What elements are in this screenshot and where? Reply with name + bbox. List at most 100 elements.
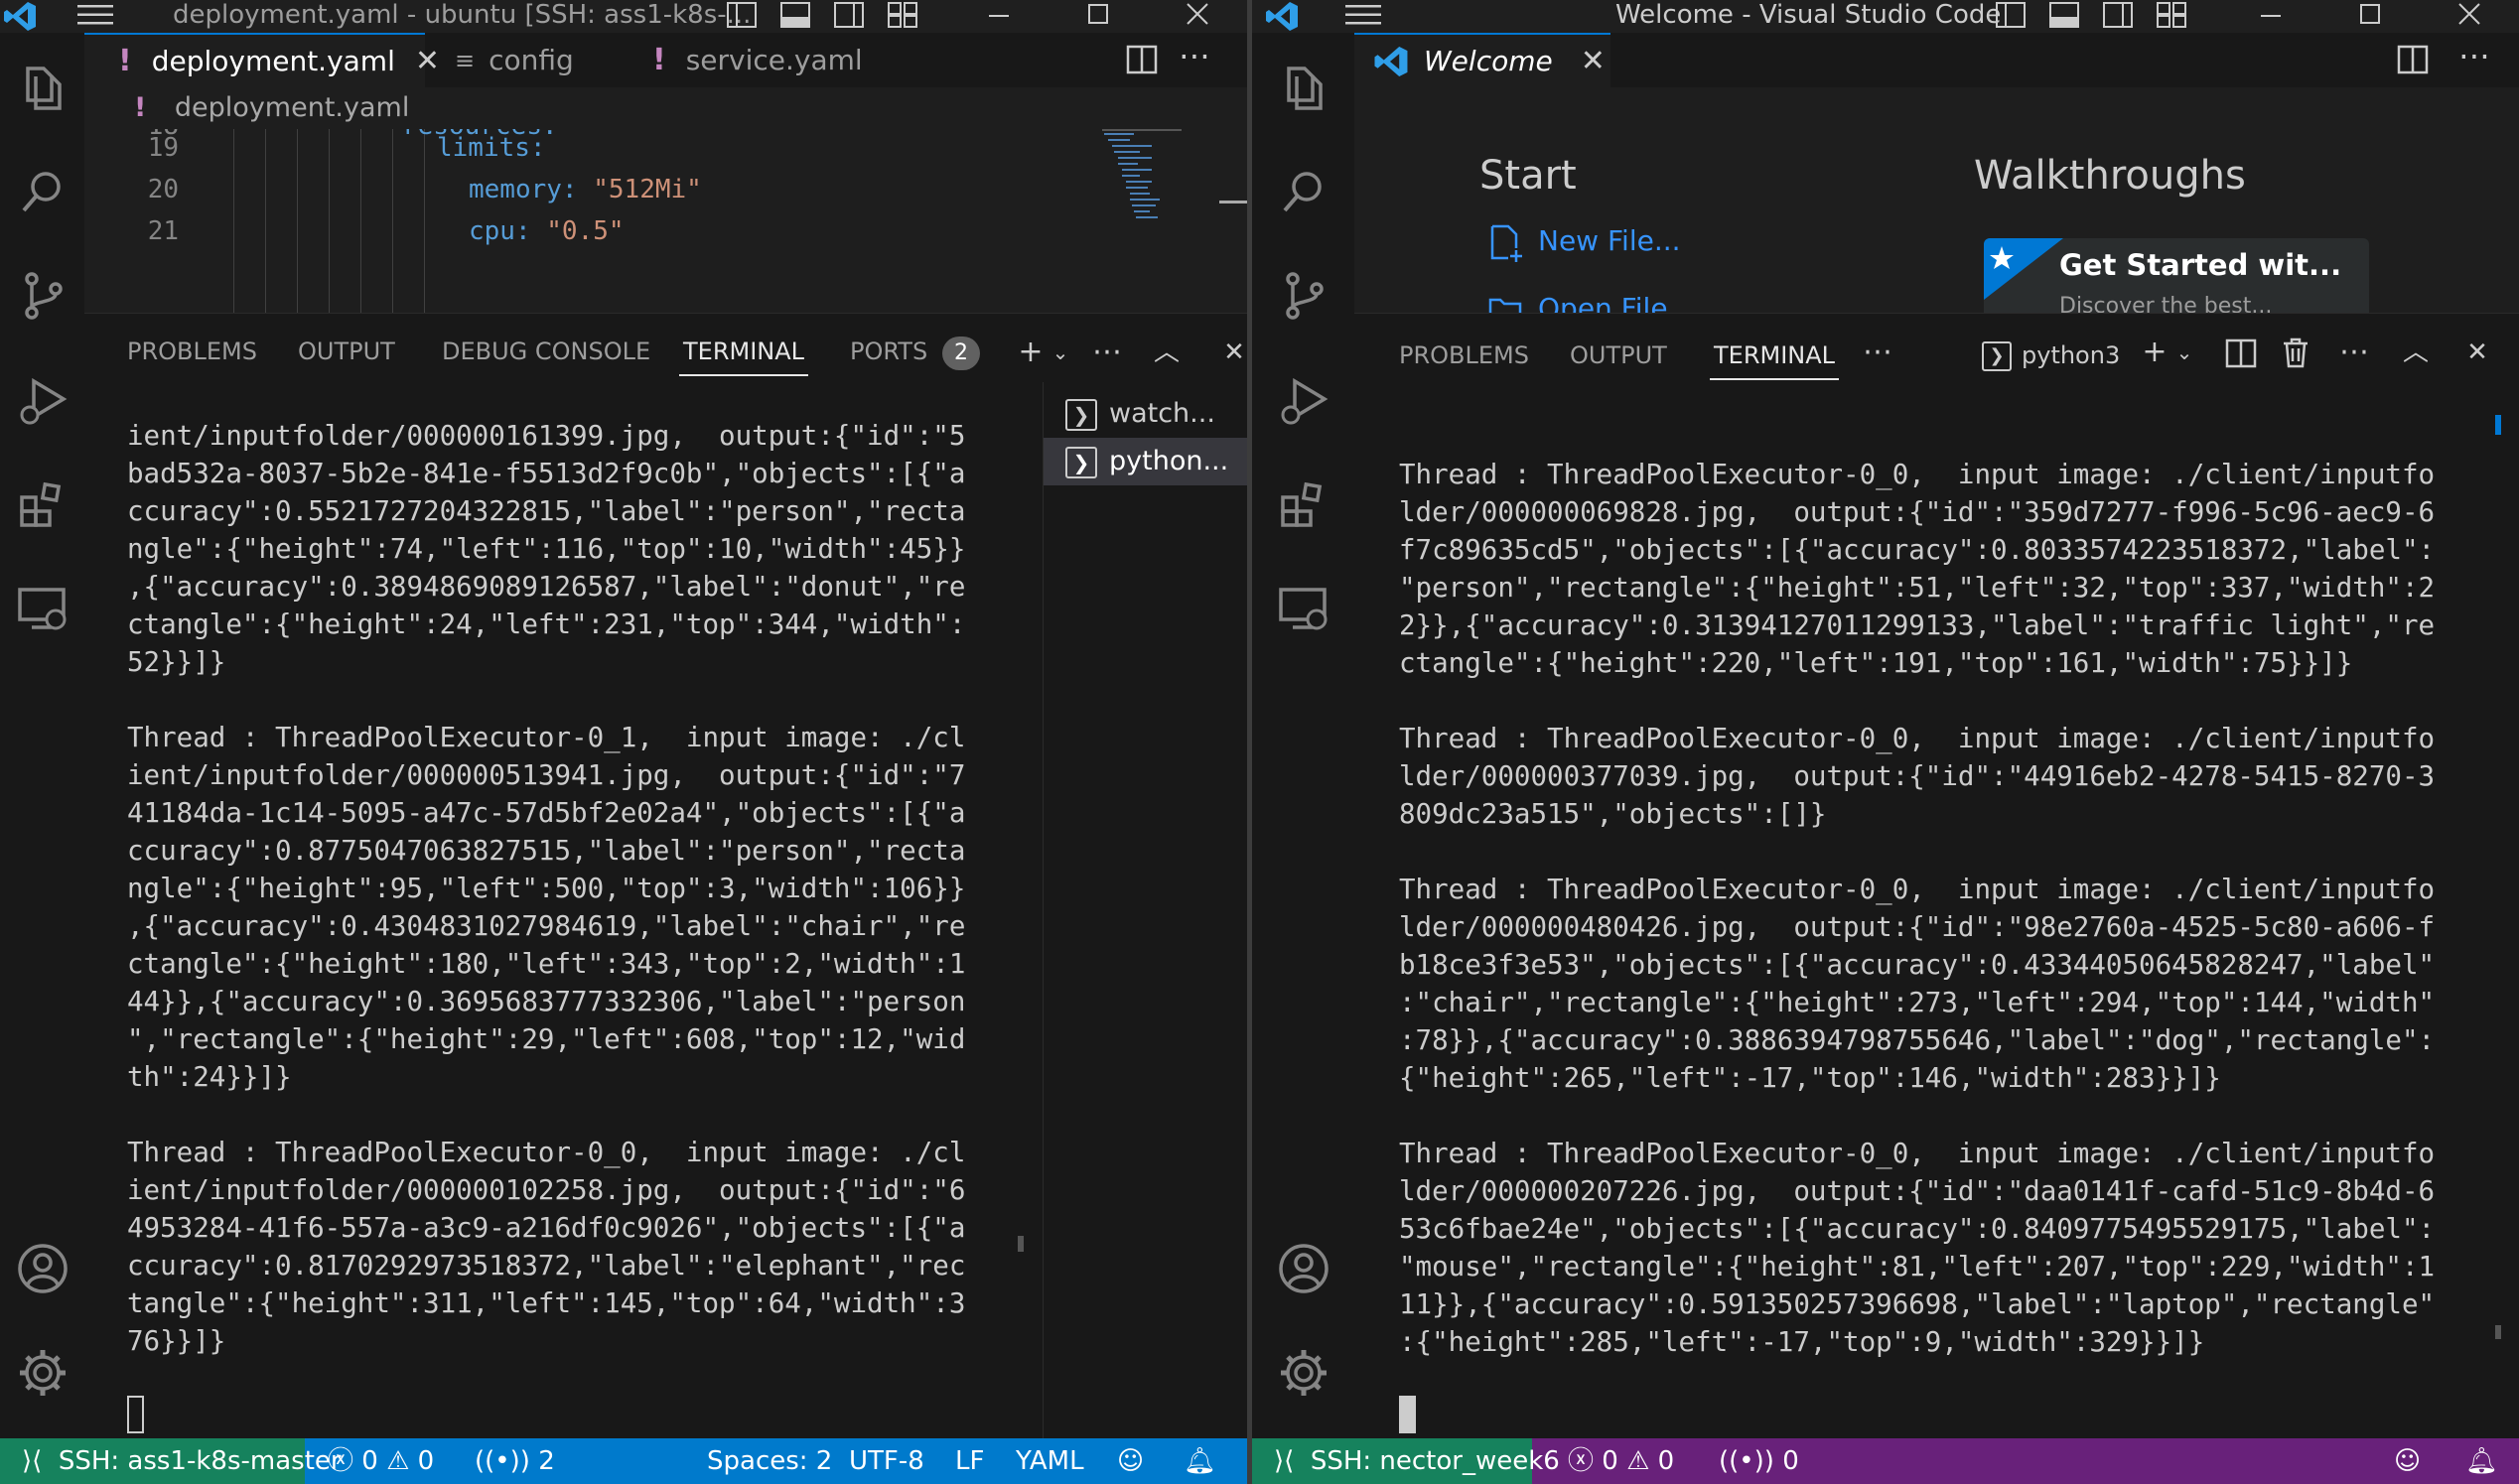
toggle-primary-sidebar-icon[interactable] <box>727 2 757 28</box>
terminal-line: Thread : ThreadPoolExecutor-0_0, input i… <box>1399 874 2436 905</box>
source-control-icon[interactable] <box>1252 251 1354 340</box>
trash-icon[interactable] <box>2281 337 2310 368</box>
more-actions-icon[interactable]: ⋯ <box>2458 37 2490 74</box>
remote-explorer-icon[interactable] <box>1252 564 1354 653</box>
toggle-panel-icon[interactable] <box>780 2 810 28</box>
split-editor-icon[interactable] <box>2397 45 2429 74</box>
ports-indicator[interactable]: ((•)) 0 <box>1719 1438 1799 1484</box>
minimize-icon[interactable] <box>949 0 1049 33</box>
more-actions-icon[interactable]: ⋯ <box>1089 335 1125 370</box>
run-and-debug-icon[interactable] <box>1252 355 1354 445</box>
maximize-panel-icon[interactable]: ︿ <box>1149 335 1185 370</box>
remote-explorer-icon[interactable] <box>0 564 84 653</box>
encoding-indicator[interactable]: UTF-8 <box>849 1438 924 1484</box>
customize-layout-icon[interactable] <box>888 2 917 28</box>
run-and-debug-icon[interactable] <box>0 355 84 445</box>
problems-indicator[interactable]: ⓧ 0 ⚠ 0 <box>328 1438 434 1484</box>
terminal-output[interactable]: Thread : ThreadPoolExecutor-0_0, input i… <box>1399 456 2491 1409</box>
problems-indicator[interactable]: ⓧ 0 ⚠ 0 <box>1568 1438 1674 1484</box>
eol-indicator[interactable]: LF <box>955 1438 984 1484</box>
remote-indicator[interactable]: ⟩⟨ SSH: nector_week6 <box>1252 1438 1560 1484</box>
left-vscode-window: deployment.yaml - ubuntu [SSH: ass1-k8s-… <box>0 0 1247 1484</box>
terminal-output[interactable]: ient/inputfolder/000000161399.jpg, outpu… <box>127 417 1041 1410</box>
toggle-panel-icon[interactable] <box>2049 2 2079 28</box>
close-window-icon[interactable] <box>2420 0 2519 33</box>
tab-output[interactable]: OUTPUT <box>1570 325 1667 386</box>
remote-icon: ⟩⟨ <box>1274 1446 1295 1476</box>
terminal-line: ngle":{"height":95,"left":500,"top":3,"w… <box>127 873 966 904</box>
explorer-icon[interactable] <box>0 43 84 132</box>
toggle-secondary-sidebar-icon[interactable] <box>2103 2 2133 28</box>
more-actions-icon[interactable]: ⋯ <box>1179 37 1210 74</box>
terminal-line: "mouse","rectangle":{"height":81,"left":… <box>1399 1251 2436 1282</box>
terminal-line: 11}},{"accuracy":0.591350257396698,"labe… <box>1399 1288 2436 1320</box>
new-file-link[interactable]: New File... <box>1486 222 1681 262</box>
split-editor-icon[interactable] <box>1126 45 1158 74</box>
feedback-icon[interactable]: ☺ <box>1117 1438 1144 1484</box>
remote-indicator[interactable]: ⟩⟨ SSH: ass1-k8s-master <box>0 1438 342 1484</box>
activity-bar <box>0 33 84 1438</box>
terminal-scrollbar[interactable] <box>2495 1325 2501 1339</box>
extensions-icon[interactable] <box>0 460 84 549</box>
tab-problems[interactable]: PROBLEMS <box>127 321 257 382</box>
accounts-icon[interactable] <box>1252 1224 1354 1313</box>
settings-gear-icon[interactable] <box>0 1328 84 1417</box>
yaml-value: "512Mi" <box>593 175 702 204</box>
code-editor[interactable]: 18 resources: 19 limits: 20 memory: "512… <box>84 129 1247 313</box>
more-actions-icon[interactable]: ⋯ <box>2336 335 2372 370</box>
close-panel-icon[interactable]: ✕ <box>2459 335 2495 370</box>
open-folder-icon <box>1488 298 1522 313</box>
terminal-line: lder/000000207226.jpg, output:{"id":"daa… <box>1399 1175 2436 1207</box>
chevron-down-icon[interactable]: ⌄ <box>2167 335 2202 370</box>
minimap[interactable] <box>1102 129 1182 278</box>
terminal-selector[interactable]: ❯ python3 <box>1982 325 2120 386</box>
open-file-link[interactable]: Open File... <box>1486 290 1694 313</box>
terminal-list-item-python[interactable]: ❯ python... <box>1044 438 1247 485</box>
terminal-list-item-watch[interactable]: ❯ watch... <box>1044 390 1247 438</box>
terminal-icon: ❯ <box>1065 398 1097 431</box>
breadcrumb-file[interactable]: deployment.yaml <box>175 92 409 123</box>
warning-marker: ! <box>118 44 132 78</box>
extensions-icon[interactable] <box>1252 460 1354 549</box>
close-panel-icon[interactable]: ✕ <box>1216 335 1247 370</box>
tab-terminal[interactable]: TERMINAL <box>1709 325 1840 386</box>
menu-icon[interactable] <box>77 2 113 28</box>
notifications-bell-icon[interactable]: 🔔︎ <box>1184 1438 1216 1484</box>
split-terminal-icon[interactable] <box>2225 338 2257 368</box>
terminal-scrollbar[interactable] <box>1018 1236 1024 1252</box>
tab-terminal[interactable]: TERMINAL <box>678 321 809 382</box>
notifications-bell-icon[interactable]: 🔔︎ <box>2465 1438 2498 1484</box>
tab-problems[interactable]: PROBLEMS <box>1399 325 1529 386</box>
search-icon[interactable] <box>1252 147 1354 236</box>
tab-config[interactable]: ≡ config <box>425 33 604 87</box>
get-started-card[interactable]: Get Started wit... Discover the best... <box>1984 238 2369 313</box>
chevron-down-icon[interactable]: ⌄ <box>1043 335 1078 370</box>
more-views-icon[interactable]: ⋯ <box>1860 335 1895 370</box>
ports-indicator[interactable]: ((•)) 2 <box>475 1438 555 1484</box>
tab-debug-console[interactable]: DEBUG CONSOLE <box>442 321 650 382</box>
indentation-indicator[interactable]: Spaces: 2 <box>707 1438 832 1484</box>
feedback-icon[interactable]: ☺ <box>2394 1438 2421 1484</box>
close-window-icon[interactable] <box>1148 0 1247 33</box>
accounts-icon[interactable] <box>0 1224 84 1313</box>
maximize-panel-icon[interactable]: ︿ <box>2398 335 2434 370</box>
settings-gear-icon[interactable] <box>1252 1328 1354 1417</box>
source-control-icon[interactable] <box>0 251 84 340</box>
tab-welcome[interactable]: Welcome ✕ <box>1354 33 1610 87</box>
tab-ports[interactable]: PORTS <box>850 321 927 382</box>
search-icon[interactable] <box>0 147 84 236</box>
menu-icon[interactable] <box>1345 2 1381 28</box>
tab-output[interactable]: OUTPUT <box>298 321 395 382</box>
tab-deployment-yaml[interactable]: ! deployment.yaml ✕ <box>84 33 440 87</box>
tab-service-yaml[interactable]: ! service.yaml <box>619 33 887 87</box>
minimize-icon[interactable] <box>2221 0 2320 33</box>
explorer-icon[interactable] <box>1252 43 1354 132</box>
close-tab-icon[interactable]: ✕ <box>1581 44 1606 78</box>
customize-layout-icon[interactable] <box>2157 2 2186 28</box>
toggle-secondary-sidebar-icon[interactable] <box>834 2 864 28</box>
maximize-icon[interactable] <box>1049 0 1148 33</box>
toggle-primary-sidebar-icon[interactable] <box>1996 2 2026 28</box>
maximize-icon[interactable] <box>2320 0 2420 33</box>
language-indicator[interactable]: YAML <box>1016 1438 1084 1484</box>
